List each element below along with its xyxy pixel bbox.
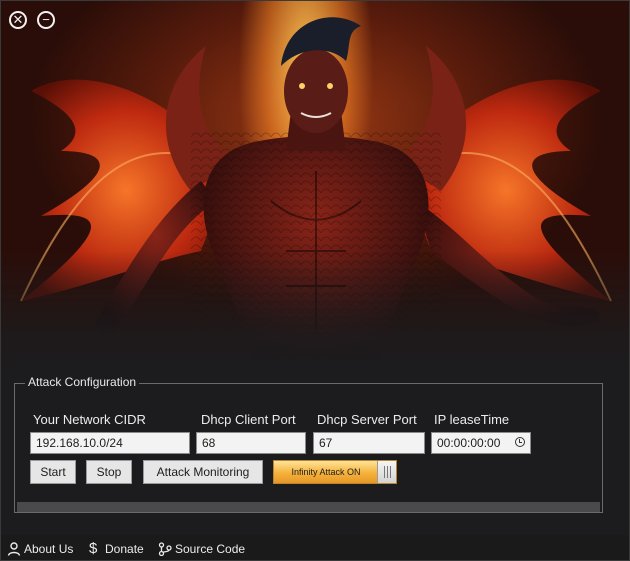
infinity-attack-label: Infinity Attack ON bbox=[291, 467, 361, 477]
lease-time-label: IP leaseTime bbox=[434, 412, 510, 427]
toggle-thumb[interactable] bbox=[377, 461, 396, 483]
app-window: ✕ − Attack Configuration Your Network CI… bbox=[0, 0, 630, 561]
client-port-label: Dhcp Client Port bbox=[201, 412, 296, 427]
source-code-label: Source Code bbox=[175, 542, 246, 556]
lease-time-picker[interactable]: 00:00:00:00 bbox=[431, 432, 531, 454]
person-icon bbox=[7, 542, 21, 559]
attack-progress-bar bbox=[17, 502, 600, 512]
cidr-label: Your Network CIDR bbox=[33, 412, 146, 427]
client-port-input[interactable]: 68 bbox=[196, 432, 306, 454]
about-us-label: About Us bbox=[24, 542, 74, 556]
cidr-input[interactable]: 192.168.10.0/24 bbox=[30, 432, 190, 454]
infinity-attack-toggle[interactable]: Infinity Attack ON bbox=[273, 460, 397, 484]
start-button[interactable]: Start bbox=[30, 460, 76, 484]
lease-time-value: 00:00:00:00 bbox=[437, 436, 501, 450]
git-branch-icon bbox=[158, 542, 172, 559]
minimize-window-icon[interactable]: − bbox=[37, 11, 55, 29]
attack-monitoring-button[interactable]: Attack Monitoring bbox=[143, 460, 263, 484]
attack-configuration-group: Attack Configuration Your Network CIDR D… bbox=[14, 375, 603, 513]
stop-button[interactable]: Stop bbox=[86, 460, 132, 484]
footer-bar: About Us $ Donate Source Code bbox=[1, 535, 629, 560]
donate-label: Donate bbox=[105, 542, 144, 556]
hero-banner-image bbox=[1, 1, 629, 376]
server-port-label: Dhcp Server Port bbox=[317, 412, 417, 427]
clock-icon[interactable] bbox=[515, 437, 525, 447]
close-window-icon[interactable]: ✕ bbox=[9, 11, 27, 29]
server-port-input[interactable]: 67 bbox=[313, 432, 425, 454]
group-title: Attack Configuration bbox=[25, 375, 140, 389]
dollar-icon: $ bbox=[89, 540, 98, 557]
hero-fade-overlay bbox=[1, 251, 629, 376]
